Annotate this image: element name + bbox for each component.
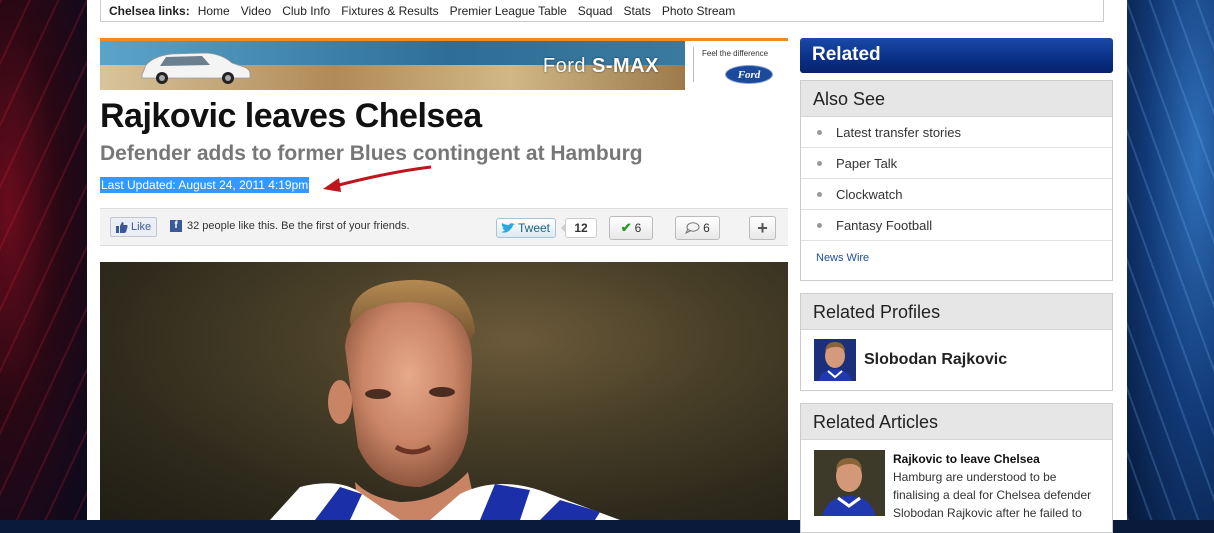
profile-name-link[interactable]: Slobodan Rajkovic <box>864 351 1007 369</box>
red-arrow-annotation-icon <box>323 165 432 192</box>
also-see-item[interactable]: Latest transfer stories <box>801 117 1112 148</box>
also-see-panel: Also See Latest transfer stories Paper T… <box>800 80 1113 281</box>
page-content: Chelsea links: Home Video Club Info Fixt… <box>87 0 1127 533</box>
thumbs-up-icon <box>116 221 128 233</box>
related-profiles-panel: Related Profiles Slobodan Rajkovic <box>800 293 1113 391</box>
background-left <box>0 0 87 520</box>
background-right <box>1127 0 1214 520</box>
club-link-squad[interactable]: Squad <box>578 4 613 18</box>
facebook-icon: f <box>170 220 182 232</box>
club-link-fixtures[interactable]: Fixtures & Results <box>341 4 438 18</box>
car-image <box>141 52 251 84</box>
bullet-icon <box>817 191 822 197</box>
related-article-text: Rajkovic to leave Chelsea Hamburg are un… <box>893 450 1105 522</box>
bullet-icon <box>817 160 822 166</box>
profile-item[interactable]: Slobodan Rajkovic <box>801 330 1112 381</box>
tweet-count: 12 <box>561 218 597 238</box>
related-article-title[interactable]: Rajkovic to leave Chelsea <box>893 450 1105 468</box>
bullet-icon <box>817 129 822 135</box>
related-article-thumbnail <box>814 450 885 516</box>
advert-tagline: Feel the difference <box>702 49 769 58</box>
bullet-icon <box>817 222 822 228</box>
club-link-photo-stream[interactable]: Photo Stream <box>662 4 735 18</box>
checkmark-icon: ✔ <box>620 220 632 235</box>
club-link-home[interactable]: Home <box>198 4 230 18</box>
article-photo <box>100 262 788 520</box>
last-updated-timestamp: Last Updated: August 24, 2011 4:19pm <box>100 177 310 193</box>
related-articles-title: Related Articles <box>801 404 1112 440</box>
news-wire-link[interactable]: News Wire <box>801 241 1112 264</box>
twitter-bird-icon <box>501 222 515 233</box>
speech-bubble-icon <box>685 222 700 234</box>
recommend-button[interactable]: ✔ 6 <box>609 216 653 240</box>
social-share-bar: Like f 32 people like this. Be the first… <box>100 208 788 246</box>
comments-button[interactable]: 6 <box>675 216 720 240</box>
related-profiles-title: Related Profiles <box>801 294 1112 330</box>
player-photo-illustration <box>270 279 620 520</box>
facebook-like-count: f 32 people like this. Be the first of y… <box>170 220 410 232</box>
club-links-bar: Chelsea links: Home Video Club Info Fixt… <box>100 0 1104 22</box>
related-article-snippet: Hamburg are understood to be finalising … <box>893 470 1092 520</box>
advert-model-name: Ford S-MAX <box>542 55 659 77</box>
advert-brand-panel: Feel the difference Ford <box>693 47 788 84</box>
club-links-title: Chelsea links: <box>109 3 190 18</box>
club-link-stats[interactable]: Stats <box>623 4 650 18</box>
also-see-title: Also See <box>801 81 1112 117</box>
also-see-item[interactable]: Fantasy Football <box>801 210 1112 241</box>
ford-logo-icon: Ford <box>725 65 773 84</box>
club-link-club-info[interactable]: Club Info <box>282 4 330 18</box>
more-share-button[interactable]: + <box>749 216 776 240</box>
also-see-item[interactable]: Clockwatch <box>801 179 1112 210</box>
profile-avatar <box>814 339 856 381</box>
ford-advert-banner[interactable]: Ford S-MAX Feel the difference Ford <box>100 38 788 90</box>
related-articles-panel: Related Articles Rajkovic to leave Chels… <box>800 403 1113 533</box>
club-link-video[interactable]: Video <box>241 4 271 18</box>
facebook-like-button[interactable]: Like <box>110 217 158 237</box>
tweet-button[interactable]: Tweet <box>496 218 557 238</box>
also-see-item[interactable]: Paper Talk <box>801 148 1112 179</box>
related-header: Related <box>800 38 1113 73</box>
article-headline: Rajkovic leaves Chelsea <box>100 97 482 135</box>
advert-photo: Ford S-MAX <box>100 41 685 90</box>
related-article-item[interactable]: Rajkovic to leave Chelsea Hamburg are un… <box>801 440 1112 522</box>
club-link-league-table[interactable]: Premier League Table <box>450 4 567 18</box>
